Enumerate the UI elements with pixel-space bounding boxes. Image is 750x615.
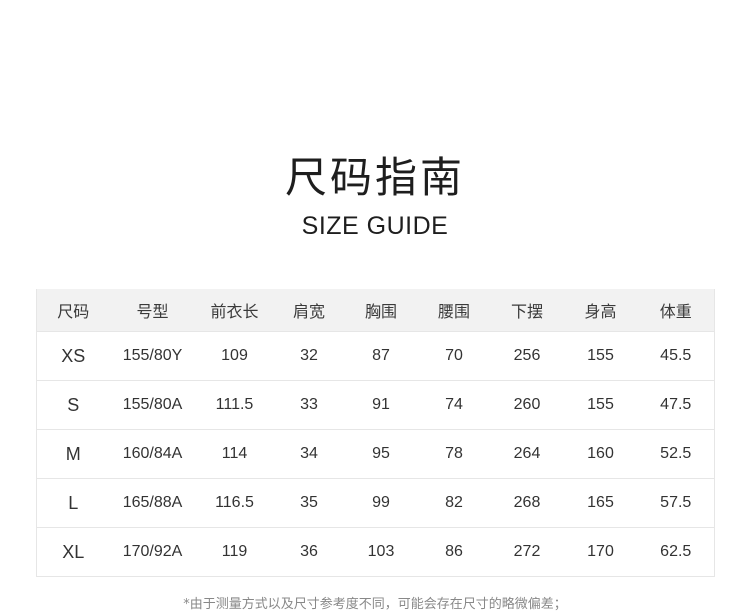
table-cell: 33 (273, 380, 345, 430)
table-cell: 57.5 (637, 478, 715, 528)
table-row: S 155/80A 111.5 33 91 74 260 155 47.5 (36, 380, 715, 430)
table-cell: 95 (344, 429, 418, 479)
table-row: L 165/88A 116.5 35 99 82 268 165 57.5 (36, 478, 715, 528)
table-cell: 35 (273, 478, 345, 528)
table-cell: 103 (344, 527, 418, 577)
table-cell: 116.5 (195, 478, 274, 528)
table-cell: 45.5 (637, 331, 715, 381)
table-cell: 119 (195, 527, 274, 577)
table-cell: 36 (273, 527, 345, 577)
table-cell: 99 (344, 478, 418, 528)
size-table: 尺码 号型 前衣长 肩宽 胸围 腰围 下摆 身高 体重 XS 155/80Y 1… (36, 289, 715, 577)
table-cell: 87 (344, 331, 418, 381)
table-row: XL 170/92A 119 36 103 86 272 170 62.5 (36, 527, 715, 577)
table-cell: XL (36, 527, 110, 577)
column-header: 号型 (109, 289, 196, 332)
table-header-row: 尺码 号型 前衣长 肩宽 胸围 腰围 下摆 身高 体重 (36, 289, 715, 332)
column-header: 体重 (637, 289, 715, 332)
table-cell: 165/88A (109, 478, 196, 528)
table-cell: 91 (344, 380, 418, 430)
column-header: 前衣长 (195, 289, 274, 332)
column-header: 腰围 (417, 289, 491, 332)
table-cell: 32 (273, 331, 345, 381)
table-cell: 155 (563, 331, 638, 381)
table-cell: 114 (195, 429, 274, 479)
column-header: 尺码 (36, 289, 110, 332)
table-cell: 165 (563, 478, 638, 528)
table-cell: XS (36, 331, 110, 381)
table-cell: 78 (417, 429, 491, 479)
table-cell: 62.5 (637, 527, 715, 577)
page-title: 尺码指南 (284, 153, 465, 202)
table-cell: 160/84A (109, 429, 196, 479)
table-cell: 256 (490, 331, 564, 381)
table-cell: 272 (490, 527, 564, 577)
table-cell: 74 (417, 380, 491, 430)
table-cell: 155/80A (109, 380, 196, 430)
column-header: 胸围 (344, 289, 418, 332)
table-cell: 47.5 (637, 380, 715, 430)
table-cell: 260 (490, 380, 564, 430)
table-row: M 160/84A 114 34 95 78 264 160 52.5 (36, 429, 715, 479)
table-cell: 70 (417, 331, 491, 381)
column-header: 下摆 (490, 289, 564, 332)
table-cell: 155 (563, 380, 638, 430)
table-cell: 268 (490, 478, 564, 528)
page-subtitle: SIZE GUIDE (301, 212, 449, 240)
table-cell: S (36, 380, 110, 430)
column-header: 肩宽 (273, 289, 345, 332)
table-row: XS 155/80Y 109 32 87 70 256 155 45.5 (36, 331, 715, 381)
table-cell: 155/80Y (109, 331, 196, 381)
table-cell: 86 (417, 527, 491, 577)
table-cell: 170 (563, 527, 638, 577)
table-cell: M (36, 429, 110, 479)
table-cell: 34 (273, 429, 345, 479)
table-cell: 160 (563, 429, 638, 479)
table-cell: 111.5 (195, 380, 274, 430)
measurement-note: *由于测量方式以及尺寸参考度不同，可能会存在尺寸的略微偏差； (183, 597, 567, 612)
table-cell: 264 (490, 429, 564, 479)
table-cell: L (36, 478, 110, 528)
column-header: 身高 (563, 289, 638, 332)
table-cell: 52.5 (637, 429, 715, 479)
table-cell: 109 (195, 331, 274, 381)
table-cell: 170/92A (109, 527, 196, 577)
table-cell: 82 (417, 478, 491, 528)
size-guide-page: 尺码指南 SIZE GUIDE 尺码 号型 前衣长 肩宽 胸围 腰围 下摆 身高 (0, 0, 750, 615)
